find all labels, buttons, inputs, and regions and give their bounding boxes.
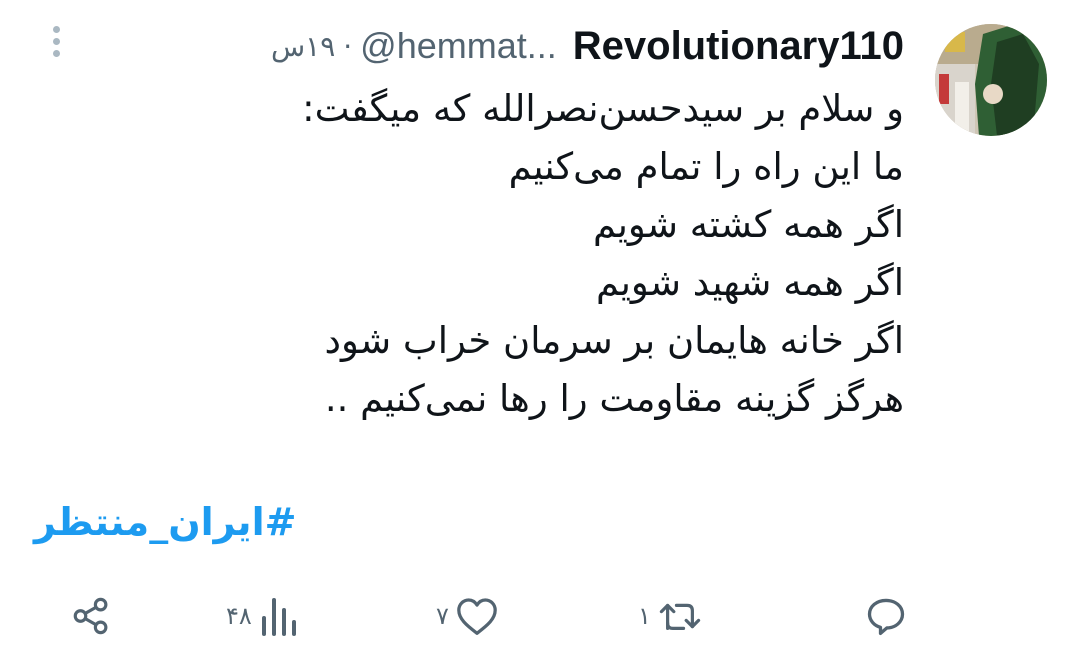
tweet-line: اگر خانه هایمان بر سرمان خراب شود: [324, 319, 904, 362]
retweet-icon: [659, 603, 701, 630]
share-button[interactable]: [70, 586, 112, 646]
display-name[interactable]: Revolutionary110: [573, 24, 904, 69]
tweet-line: هرگز گزینه مقاومت را رها نمی‌کنیم ..: [324, 377, 904, 420]
hashtag-link[interactable]: #ایران_منتظر: [34, 500, 296, 544]
tweet-line: اگر همه شهید شویم: [595, 261, 904, 304]
tweet-header: Revolutionary110 @hemmat... · ۱۹س: [271, 18, 904, 74]
action-bar: ۴۸ ۷ ۱: [0, 586, 1080, 646]
retweet-count: ۱: [638, 602, 651, 630]
views-count: ۴۸: [226, 602, 252, 630]
reply-button[interactable]: [858, 586, 908, 646]
tweet-line: و سلام بر سیدحسن‌نصرالله که میگفت:: [302, 87, 904, 130]
tweet-line: ما این راه را تمام می‌کنیم: [508, 145, 904, 188]
reply-icon: [867, 598, 905, 636]
more-vertical-icon[interactable]: [46, 26, 66, 62]
tweet-text: و سلام بر سیدحسن‌نصرالله که میگفت: ما ای…: [284, 80, 904, 428]
views-icon: [261, 598, 296, 636]
user-handle[interactable]: @hemmat...: [360, 25, 557, 67]
share-icon: [73, 597, 108, 635]
avatar[interactable]: [935, 24, 1047, 136]
retweet-button[interactable]: ۱: [638, 586, 703, 646]
like-count: ۷: [436, 602, 449, 630]
header-separator: ·: [343, 29, 353, 63]
like-button[interactable]: ۷: [436, 586, 499, 646]
timestamp[interactable]: ۱۹س: [271, 30, 335, 63]
avatar-image: [935, 24, 1047, 136]
views-button[interactable]: ۴۸: [226, 586, 298, 646]
tweet-line: اگر همه کشته شویم: [593, 203, 904, 246]
heart-icon: [457, 598, 497, 635]
tweet-card: Revolutionary110 @hemmat... · ۱۹س و سلام…: [0, 0, 1080, 662]
